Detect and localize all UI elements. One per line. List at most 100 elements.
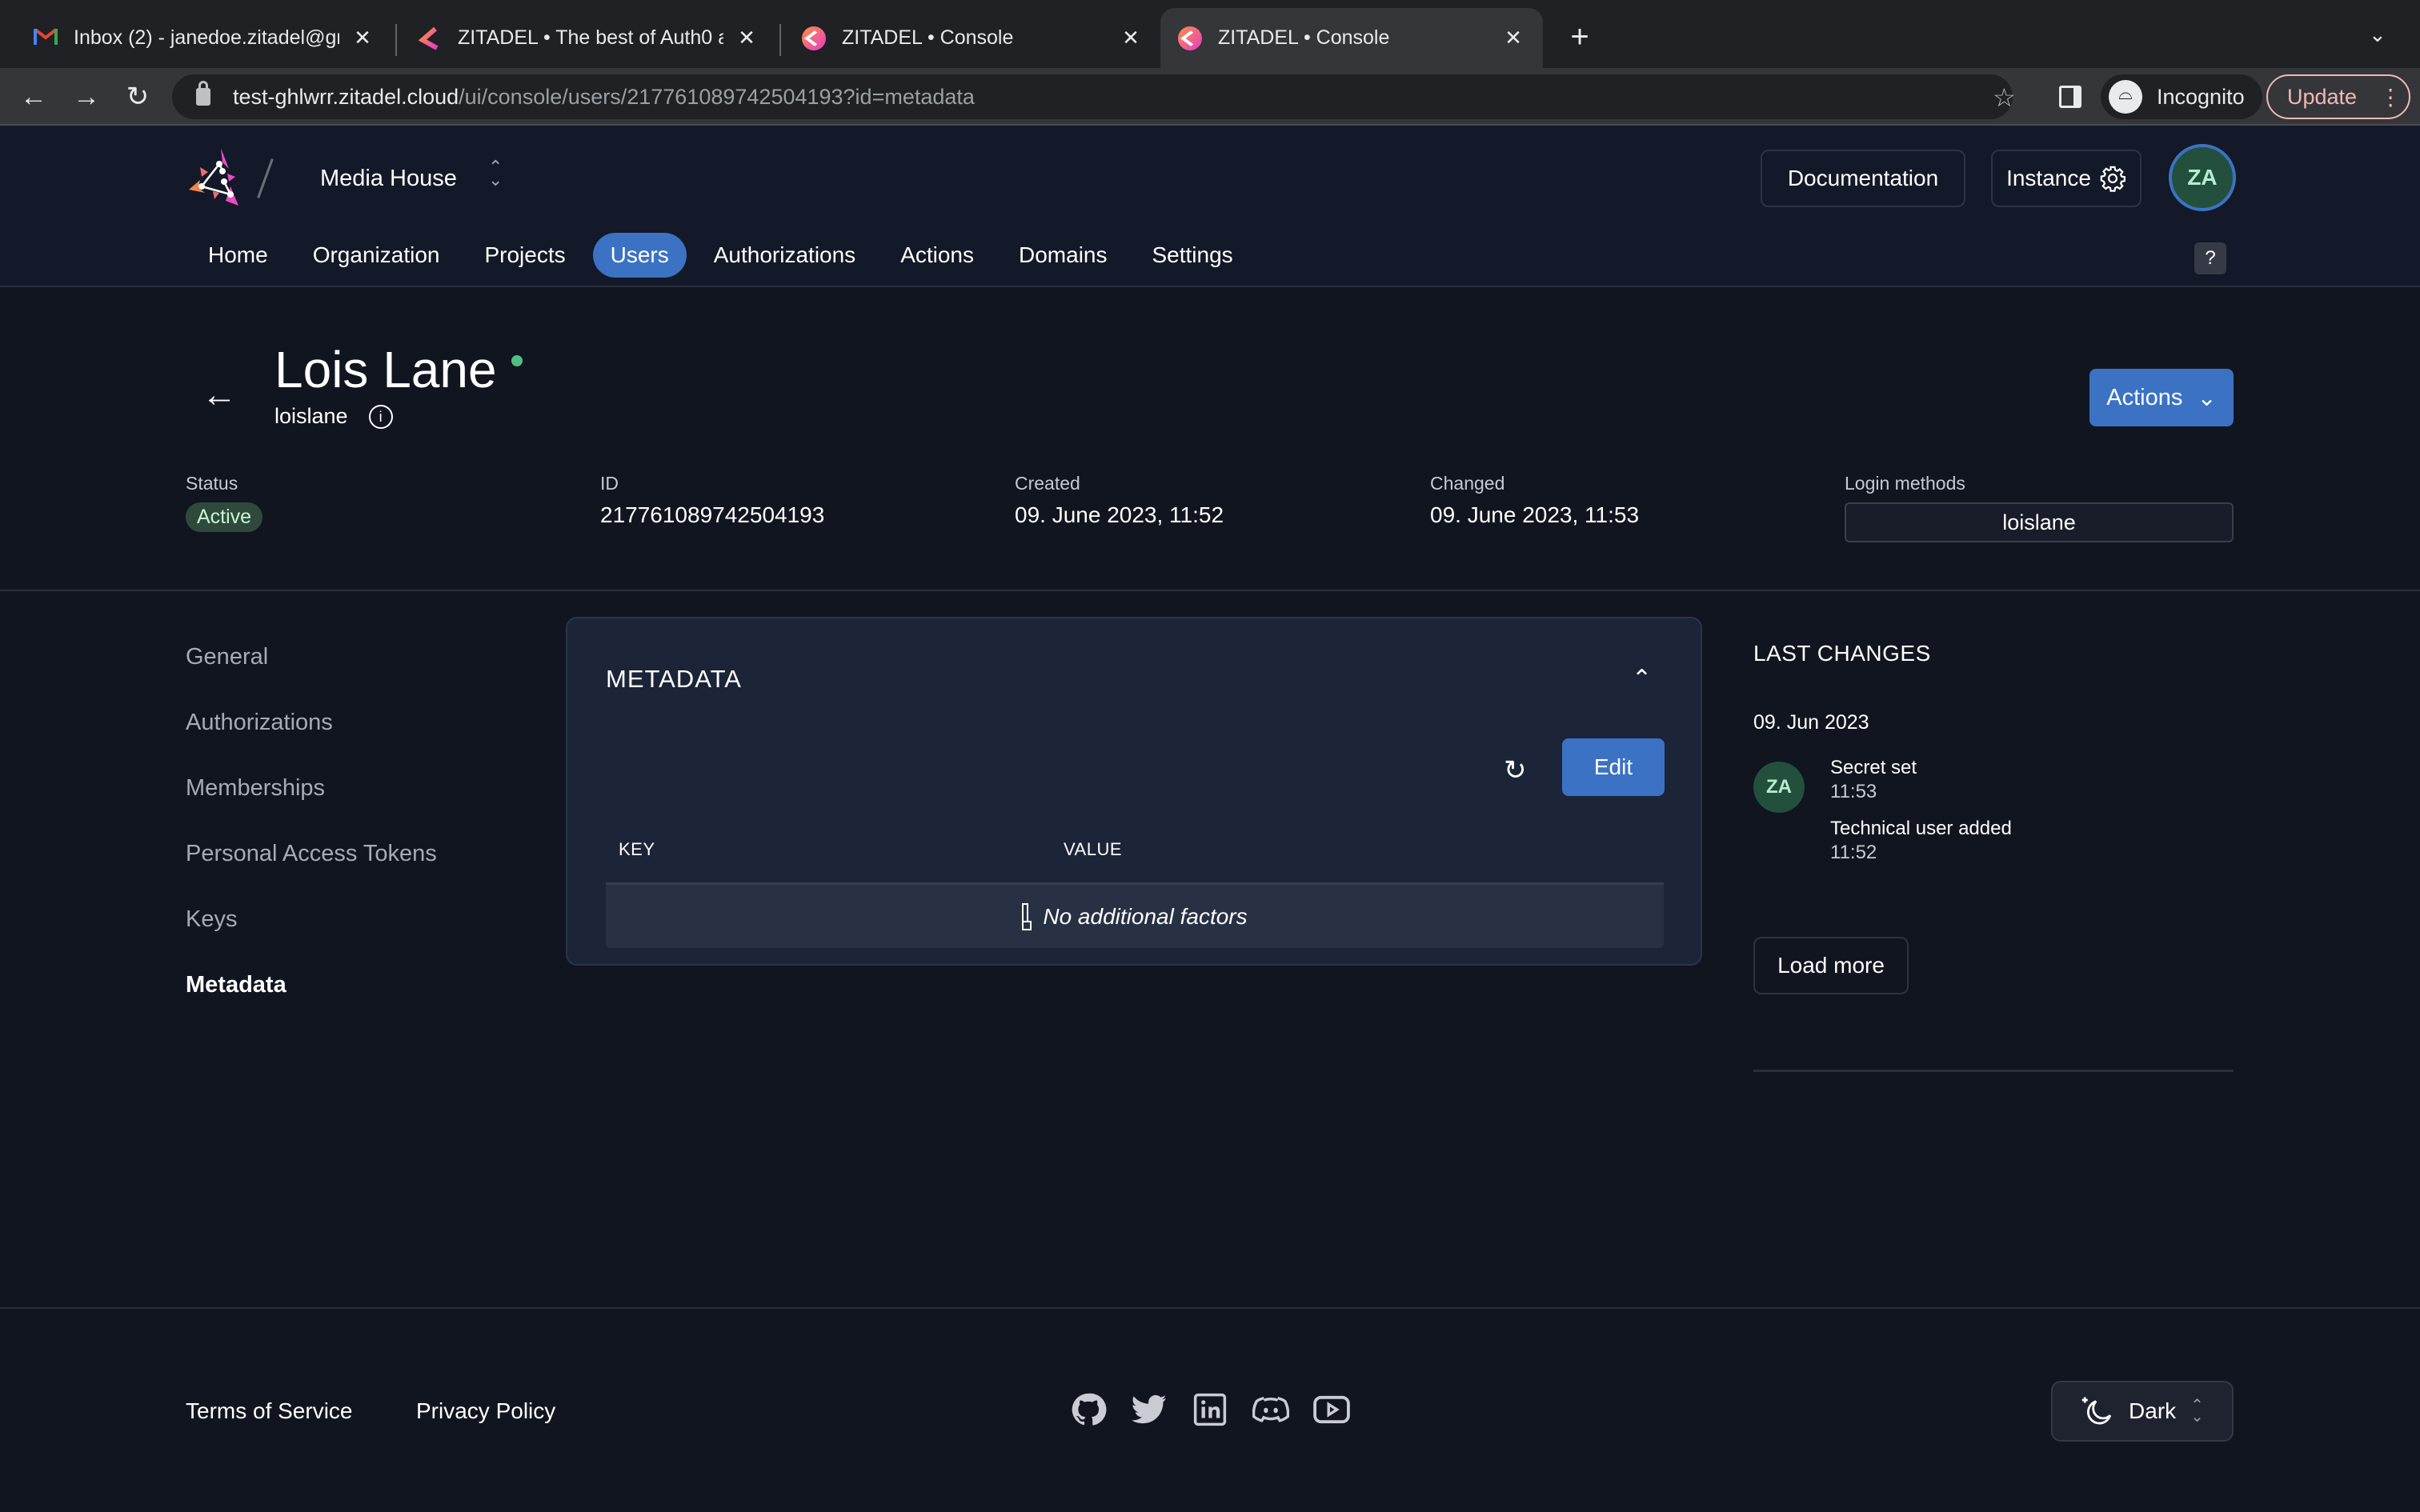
- status-label: Status: [186, 473, 238, 494]
- created-label: Created: [1015, 473, 1080, 494]
- theme-switcher[interactable]: Dark ⌃ ⌄: [2051, 1381, 2234, 1442]
- nav-organization[interactable]: Organization: [295, 233, 458, 278]
- change-group: ZA Secret set 11:53 Technical user added…: [1753, 757, 2234, 877]
- instance-label: Instance: [2006, 166, 2091, 190]
- id-label: ID: [600, 473, 619, 494]
- more-menu-icon[interactable]: ⋮: [2379, 84, 2402, 110]
- bookmark-star-icon[interactable]: ☆: [1993, 82, 2016, 113]
- tab-separator: [395, 24, 397, 56]
- status-badge: Active: [186, 502, 263, 532]
- empty-table-row: No additional factors: [606, 882, 1664, 948]
- close-tab-icon[interactable]: ✕: [735, 26, 759, 50]
- breadcrumb-divider: [257, 158, 274, 198]
- nav-actions[interactable]: Actions: [883, 233, 992, 278]
- instance-button[interactable]: Instance: [1991, 150, 2142, 207]
- column-header-key: KEY: [619, 839, 655, 859]
- close-tab-icon[interactable]: ✕: [1119, 26, 1143, 50]
- incognito-indicator[interactable]: Incognito: [2101, 74, 2262, 119]
- browser-tab-console-active[interactable]: ZITADEL • Console ✕: [1160, 8, 1543, 68]
- tab-title: ZITADEL • Console: [842, 26, 1014, 49]
- browser-tab-bar: Inbox (2) - janedoe.zitadel@gm ✕ ZITADEL…: [0, 0, 2420, 68]
- zitadel-logo[interactable]: [186, 145, 250, 209]
- divider: [1753, 1070, 2234, 1072]
- sidenav-memberships[interactable]: Memberships: [186, 772, 437, 838]
- browser-tab-console[interactable]: ZITADEL • Console ✕: [784, 8, 1160, 68]
- user-sidenav: General Authorizations Memberships Perso…: [186, 641, 437, 1034]
- metadata-card: METADATA ⌃ ↻ Edit KEY VALUE No additiona…: [566, 617, 1702, 966]
- org-switch-chevrons-icon[interactable]: ⌃ ⌄: [488, 158, 503, 189]
- update-button[interactable]: Update ⋮: [2266, 74, 2410, 119]
- tab-title: ZITADEL • The best of Auth0 a: [458, 26, 723, 49]
- url-path: /ui/console/users/217761089742504193?id=…: [459, 84, 975, 109]
- change-time: 11:53: [1830, 781, 1877, 802]
- new-tab-button[interactable]: +: [1564, 21, 1596, 53]
- tab-search-chevron-icon[interactable]: ⌄: [2369, 22, 2386, 47]
- tab-title: Inbox (2) - janedoe.zitadel@gm: [74, 26, 339, 49]
- back-nav-icon[interactable]: ←: [18, 81, 50, 113]
- browser-tab-zitadel-home[interactable]: ZITADEL • The best of Auth0 a ✕: [400, 8, 776, 68]
- sidenav-authorizations[interactable]: Authorizations: [186, 706, 437, 772]
- user-display-name: Lois Lane: [274, 340, 523, 399]
- github-icon[interactable]: [1069, 1390, 1108, 1429]
- main-nav: Home Organization Projects Users Authori…: [190, 233, 1260, 278]
- moon-icon: [2081, 1397, 2112, 1425]
- meta-id: ID 217761089742504193: [600, 473, 824, 528]
- update-label: Update: [2287, 84, 2358, 109]
- main-content: General Authorizations Memberships Perso…: [0, 591, 2420, 1309]
- help-button[interactable]: ?: [2194, 242, 2226, 274]
- documentation-button[interactable]: Documentation: [1761, 150, 1965, 207]
- load-more-button[interactable]: Load more: [1753, 937, 1909, 994]
- meta-login-methods: Login methods loislane: [1845, 473, 2234, 542]
- address-bar[interactable]: test-ghlwrr.zitadel.cloud/ui/console/use…: [172, 74, 2013, 119]
- sidenav-personal-access-tokens[interactable]: Personal Access Tokens: [186, 838, 437, 903]
- browser-tab-gmail[interactable]: Inbox (2) - janedoe.zitadel@gm ✕: [16, 8, 392, 68]
- user-avatar[interactable]: ZA: [2169, 144, 2236, 211]
- nav-settings[interactable]: Settings: [1135, 233, 1251, 278]
- zitadel-icon: [802, 26, 826, 50]
- refresh-icon[interactable]: ↻: [1504, 754, 1527, 786]
- actions-label: Actions: [2106, 384, 2183, 410]
- youtube-icon[interactable]: [1312, 1390, 1351, 1429]
- nav-domains[interactable]: Domains: [1001, 233, 1124, 278]
- reload-icon[interactable]: ↻: [122, 81, 154, 113]
- column-header-value: VALUE: [1064, 839, 1123, 859]
- url-host: test-ghlwrr.zitadel.cloud: [233, 84, 459, 109]
- close-tab-icon[interactable]: ✕: [351, 26, 375, 50]
- login-methods-label: Login methods: [1845, 473, 1965, 494]
- info-icon[interactable]: i: [368, 404, 393, 429]
- user-login-name: loislane i: [274, 404, 393, 429]
- chevron-up-icon[interactable]: ⌃: [1632, 665, 1652, 693]
- close-tab-icon[interactable]: ✕: [1501, 26, 1525, 50]
- changed-value: 09. June 2023, 11:53: [1430, 502, 1640, 527]
- discord-icon[interactable]: [1252, 1390, 1290, 1429]
- online-status-dot: [511, 355, 523, 366]
- sidenav-metadata[interactable]: Metadata: [186, 969, 437, 1034]
- change-event: Technical user added: [1830, 818, 2012, 839]
- back-arrow-icon[interactable]: ←: [202, 375, 237, 415]
- nav-projects[interactable]: Projects: [467, 233, 583, 278]
- sidenav-general[interactable]: General: [186, 641, 437, 706]
- gear-icon: [2100, 166, 2126, 192]
- change-time: 11:52: [1830, 842, 1877, 863]
- exclamation-icon: [1022, 902, 1032, 930]
- nav-users[interactable]: Users: [592, 233, 687, 278]
- changed-label: Changed: [1430, 473, 1505, 494]
- change-event: Secret set: [1830, 757, 1917, 778]
- footer: Terms of Service Privacy Policy Dark ⌃ ⌄: [0, 1310, 2420, 1512]
- lock-icon: [196, 81, 210, 106]
- select-chevrons-icon: ⌃ ⌄: [2190, 1397, 2204, 1426]
- terms-of-service-link[interactable]: Terms of Service: [186, 1398, 353, 1424]
- privacy-policy-link[interactable]: Privacy Policy: [416, 1398, 555, 1424]
- twitter-icon[interactable]: [1130, 1390, 1168, 1429]
- org-name[interactable]: Media House: [320, 166, 457, 192]
- edit-button[interactable]: Edit: [1562, 738, 1665, 796]
- linkedin-icon[interactable]: [1191, 1390, 1229, 1429]
- actions-dropdown-button[interactable]: Actions ⌄: [2089, 369, 2234, 426]
- metadata-card-title: METADATA: [606, 665, 742, 693]
- forward-nav-icon[interactable]: →: [70, 81, 102, 113]
- sidenav-keys[interactable]: Keys: [186, 903, 437, 969]
- created-value: 09. June 2023, 11:52: [1015, 502, 1224, 527]
- nav-authorizations[interactable]: Authorizations: [696, 233, 873, 278]
- nav-home[interactable]: Home: [190, 233, 286, 278]
- side-panel-icon[interactable]: [2059, 86, 2081, 108]
